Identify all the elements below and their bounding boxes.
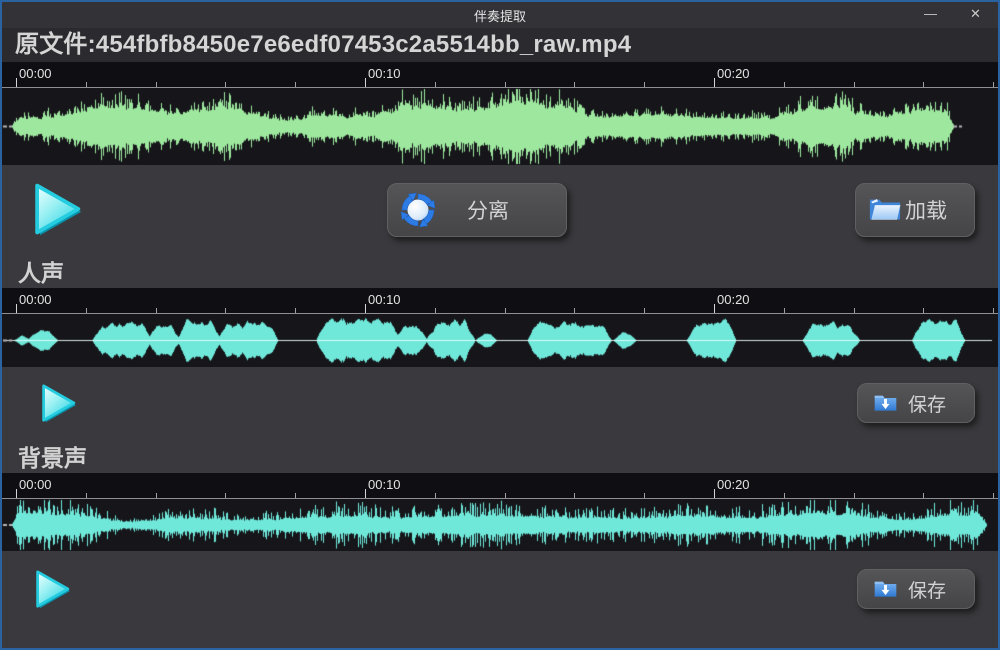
timeline-label: 00:20	[717, 477, 750, 492]
timeline-tick-minor	[295, 82, 296, 87]
timeline-tick-minor	[644, 493, 645, 498]
folder-download-icon	[872, 390, 899, 417]
timeline-original[interactable]: 00:00 00:10 00:20	[2, 62, 998, 88]
timeline-tick-minor	[923, 82, 924, 87]
timeline-label: 00:00	[19, 66, 52, 81]
timeline-tick-minor	[435, 493, 436, 498]
timeline-label: 00:10	[368, 477, 401, 492]
window-title: 伴奏提取	[2, 6, 998, 25]
timeline-tick-major	[365, 489, 366, 498]
background-controls-row: 保存	[2, 561, 998, 613]
window-controls: — ✕	[908, 2, 998, 28]
timeline-tick-major	[714, 78, 715, 87]
timeline-vocals[interactable]: 00:00 00:10 00:20	[2, 288, 998, 314]
timeline-tick-minor	[784, 493, 785, 498]
vocals-wave-panel: 00:00 00:10 00:20	[2, 288, 998, 367]
vocals-heading: 人声	[2, 258, 998, 288]
play-original-button[interactable]	[24, 179, 84, 239]
timeline-tick-minor	[644, 82, 645, 87]
play-background-button[interactable]	[28, 567, 72, 611]
waveform-original[interactable]	[2, 88, 998, 165]
timeline-tick-major	[16, 489, 17, 498]
play-icon	[24, 179, 84, 239]
timeline-tick-minor	[505, 308, 506, 313]
timeline-tick-major	[365, 304, 366, 313]
timeline-tick-minor	[225, 82, 226, 87]
timeline-tick-minor	[784, 82, 785, 87]
timeline-label: 00:00	[19, 477, 52, 492]
timeline-background[interactable]: 00:00 00:10 00:20	[2, 473, 998, 499]
timeline-tick-major	[714, 304, 715, 313]
timeline-tick-minor	[574, 82, 575, 87]
timeline-tick-minor	[435, 82, 436, 87]
separate-button[interactable]: 分离	[387, 183, 567, 237]
timeline-tick-minor	[923, 308, 924, 313]
timeline-tick-major	[365, 78, 366, 87]
timeline-tick-minor	[295, 493, 296, 498]
timeline-tick-minor	[854, 493, 855, 498]
timeline-tick-minor	[923, 493, 924, 498]
timeline-label: 00:10	[368, 66, 401, 81]
timeline-tick-minor	[156, 82, 157, 87]
folder-open-icon	[868, 196, 902, 225]
load-button[interactable]: 加载	[855, 183, 975, 237]
minimize-button[interactable]: —	[908, 2, 953, 28]
timeline-tick-minor	[854, 308, 855, 313]
close-button[interactable]: ✕	[953, 2, 998, 28]
timeline-label: 00:20	[717, 292, 750, 307]
timeline-tick-minor	[86, 493, 87, 498]
timeline-tick-minor	[156, 308, 157, 313]
timeline-tick-minor	[574, 308, 575, 313]
timeline-tick-minor	[505, 493, 506, 498]
timeline-tick-minor	[295, 308, 296, 313]
vocals-controls-row: 保存	[2, 379, 998, 427]
timeline-label: 00:10	[368, 292, 401, 307]
timeline-tick-minor	[435, 308, 436, 313]
timeline-tick-minor	[993, 493, 994, 498]
background-heading: 背景声	[2, 443, 998, 473]
timeline-tick-minor	[86, 82, 87, 87]
original-controls-row: 分离 加载	[2, 178, 998, 242]
source-file-label: 原文件:454fbfb8450e7e6edf07453c2a5514bb_raw…	[2, 28, 998, 62]
timeline-tick-minor	[225, 493, 226, 498]
timeline-tick-minor	[993, 82, 994, 87]
timeline-tick-major	[16, 78, 17, 87]
save-vocals-button[interactable]: 保存	[857, 383, 975, 423]
timeline-tick-minor	[225, 308, 226, 313]
waveform-background[interactable]	[2, 499, 998, 551]
timeline-tick-minor	[86, 308, 87, 313]
timeline-tick-minor	[574, 493, 575, 498]
timeline-tick-minor	[784, 308, 785, 313]
timeline-tick-minor	[993, 308, 994, 313]
folder-download-icon	[872, 576, 899, 603]
waveform-vocals[interactable]	[2, 314, 998, 367]
app-window: 伴奏提取 — ✕ 原文件:454fbfb8450e7e6edf07453c2a5…	[0, 0, 1000, 650]
timeline-label: 00:20	[717, 66, 750, 81]
timeline-tick-minor	[854, 82, 855, 87]
timeline-label: 00:00	[19, 292, 52, 307]
save-background-button[interactable]: 保存	[857, 569, 975, 609]
timeline-tick-minor	[156, 493, 157, 498]
sync-arrows-icon	[400, 192, 436, 228]
separate-button-label: 分离	[445, 195, 509, 225]
timeline-tick-major	[16, 304, 17, 313]
timeline-tick-minor	[644, 308, 645, 313]
play-icon	[28, 567, 72, 611]
timeline-tick-minor	[505, 82, 506, 87]
timeline-tick-major	[714, 489, 715, 498]
play-icon	[34, 381, 78, 425]
background-wave-panel: 00:00 00:10 00:20	[2, 473, 998, 551]
original-wave-panel: 00:00 00:10 00:20	[2, 62, 998, 165]
play-vocals-button[interactable]	[34, 381, 78, 425]
titlebar: 伴奏提取 — ✕	[2, 2, 998, 28]
